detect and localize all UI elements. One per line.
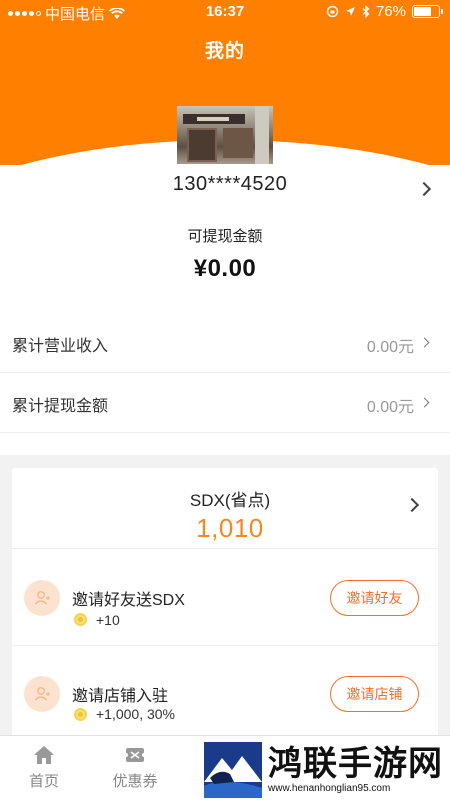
coin-icon: [74, 613, 87, 626]
bluetooth-icon: [362, 5, 370, 18]
stat-value: 0.00元: [366, 339, 414, 356]
coin-icon: [74, 708, 87, 721]
battery-icon: [412, 5, 443, 18]
nav-item-coupon[interactable]: 优惠券: [100, 744, 170, 791]
orientation-lock-icon: [326, 5, 339, 18]
card-divider: [12, 548, 438, 549]
watermark: 鸿联手游网 www.henanhonglian95.com: [202, 740, 450, 800]
nav-label-home: 首页: [28, 773, 59, 790]
status-bar: 中国电信 16:37 76%: [0, 0, 450, 24]
coupon-icon: [124, 748, 146, 762]
chevron-right-icon: [419, 337, 430, 348]
nav-label-coupon: 优惠券: [112, 773, 158, 790]
avatar-storefront-sign: [183, 114, 245, 124]
stat-label: 累计营业收入: [12, 338, 109, 355]
battery-percent: 76%: [375, 3, 406, 20]
avatar-storefront-shelf: [223, 128, 253, 158]
stat-row-withdrawn[interactable]: 累计提现金额 0.00元: [0, 373, 450, 433]
avatar[interactable]: [177, 106, 273, 164]
balance-label: 可提现金额: [187, 228, 263, 245]
home-icon: [34, 746, 54, 764]
task-title: 邀请店铺入驻: [72, 688, 169, 705]
watermark-title: 鸿联手游网: [268, 744, 443, 784]
battery-fill: [414, 7, 431, 16]
status-right: 76%: [326, 3, 443, 20]
task-reward: +10: [96, 612, 120, 628]
user-add-icon: [24, 676, 60, 712]
stat-value: 0.00元: [366, 399, 414, 416]
avatar-storefront-pillar: [255, 106, 269, 164]
invite-store-button[interactable]: 邀请店铺: [330, 676, 419, 712]
avatar-storefront-door: [187, 128, 217, 162]
watermark-text: 鸿联手游网 www.henanhonglian95.com: [268, 745, 443, 795]
stat-label: 累计提现金额: [12, 398, 109, 415]
chevron-right-icon: [419, 397, 430, 408]
page-title: 我的: [204, 41, 245, 62]
nav-item-home[interactable]: 首页: [9, 744, 79, 791]
invite-friend-button[interactable]: 邀请好友: [330, 580, 419, 616]
card-divider: [12, 645, 438, 646]
user-add-icon: [24, 580, 60, 616]
stat-row-revenue[interactable]: 累计营业收入 0.00元: [0, 313, 450, 373]
task-reward: +1,000, 30%: [96, 706, 176, 722]
task-title: 邀请好友送SDX: [72, 592, 185, 609]
sdx-label: SDX(省点): [189, 491, 271, 510]
location-icon: [345, 6, 355, 16]
watermark-logo-icon: [204, 742, 262, 798]
watermark-url: www.henanhonglian95.com: [268, 783, 391, 794]
balance-value: ¥0.00: [193, 255, 257, 282]
profile-phone: 130****4520: [172, 173, 288, 195]
sdx-value: 1,010: [196, 513, 264, 543]
